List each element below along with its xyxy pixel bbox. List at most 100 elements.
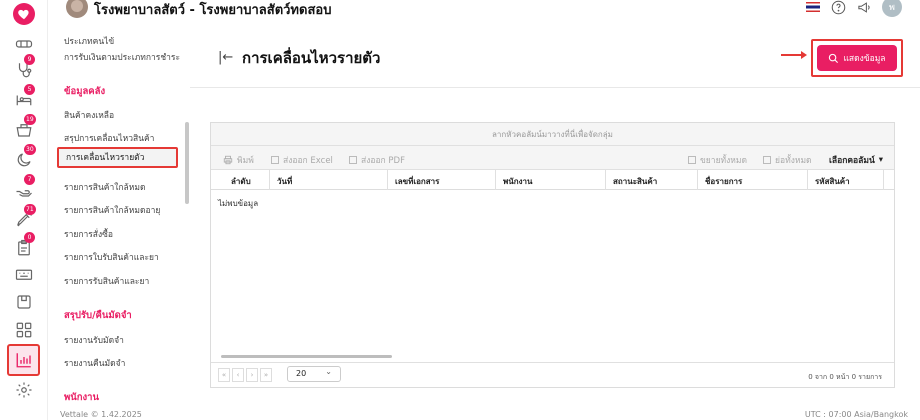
first-page-button[interactable]: « bbox=[218, 368, 230, 382]
pointer-arrow-icon bbox=[781, 51, 807, 59]
menu-item[interactable]: รายงานคืนมัดจำ bbox=[64, 356, 125, 370]
user-avatar[interactable]: พ bbox=[882, 0, 902, 17]
menu-item[interactable]: รายการสินค้าใกล้หมด bbox=[64, 180, 146, 194]
excel-icon bbox=[271, 156, 279, 164]
footer-version: Vettale © 1.42.2025 bbox=[60, 410, 142, 419]
keyboard-icon[interactable] bbox=[14, 264, 34, 284]
menu-item[interactable]: รายการสินค้าใกล้หมดอายุ bbox=[64, 203, 160, 217]
collapse-all-button[interactable]: ย่อทั้งหมด bbox=[763, 153, 812, 167]
group-panel[interactable]: ลากหัวคอลัมน์มาวางที่นี่เพื่อจัดกลุ่ม bbox=[211, 123, 894, 146]
pager: « ‹ › » 20 0 จาก 0 หน้า 0 รายการ bbox=[211, 362, 894, 388]
print-label: พิมพ์ bbox=[237, 156, 254, 166]
expand-icon bbox=[688, 156, 696, 164]
caret-down-icon: ▾ bbox=[878, 155, 884, 165]
export-pdf-button[interactable]: ส่งออก PDF bbox=[349, 153, 405, 167]
collapse-all-label: ย่อทั้งหมด bbox=[775, 156, 812, 166]
app-title: โรงพยาบาลสัตว์ - โรงพยาบาลสัตว์ทดสอบ bbox=[94, 3, 332, 18]
printer-icon bbox=[223, 155, 233, 165]
menu-section-title: สรุปรับ/คืนมัดจำ bbox=[64, 310, 132, 321]
bandage-icon[interactable] bbox=[14, 34, 34, 54]
menu-item[interactable]: รายการรับสินค้าและยา bbox=[64, 274, 149, 288]
badge-count: 71 bbox=[24, 204, 36, 215]
clinic-avatar bbox=[66, 0, 88, 18]
top-bar: โรงพยาบาลสัตว์ - โรงพยาบาลสัตว์ทดสอบ พ bbox=[48, 0, 920, 22]
grid-toolbar: พิมพ์ ส่งออก Excel ส่งออก PDF ขยายทั้งหม… bbox=[211, 146, 894, 170]
column-divider[interactable] bbox=[605, 170, 606, 190]
search-icon bbox=[829, 53, 839, 63]
column-header[interactable]: ลำดับ bbox=[231, 175, 251, 188]
column-header[interactable]: ชื่อรายการ bbox=[705, 175, 742, 188]
export-pdf-label: ส่งออก PDF bbox=[361, 156, 405, 166]
show-data-button[interactable]: แสดงข้อมูล bbox=[817, 45, 897, 71]
page-header: |← การเคลื่อนไหวรายตัว แสดงข้อมูล bbox=[190, 22, 920, 88]
print-button[interactable]: พิมพ์ bbox=[223, 153, 254, 167]
box-icon[interactable] bbox=[14, 292, 34, 312]
back-arrow-icon[interactable]: |← bbox=[218, 50, 233, 65]
grid-apps-icon[interactable] bbox=[14, 320, 34, 340]
choose-columns-label: เลือกคอลัมน์ bbox=[829, 156, 875, 166]
badge-count: 5 bbox=[24, 84, 35, 95]
pager-info: 0 จาก 0 หน้า 0 รายการ bbox=[808, 373, 882, 381]
column-header[interactable]: รหัสสินค้า bbox=[815, 175, 850, 188]
column-divider[interactable] bbox=[387, 170, 388, 190]
menu-item[interactable]: สินค้าคงเหลือ bbox=[64, 108, 114, 122]
settings-gear-icon[interactable] bbox=[14, 380, 34, 400]
choose-columns-button[interactable]: เลือกคอลัมน์ ▾ bbox=[829, 153, 883, 167]
data-grid: ลากหัวคอลัมน์มาวางที่นี่เพื่อจัดกลุ่ม พิ… bbox=[210, 122, 895, 388]
column-header[interactable]: พนักงาน bbox=[503, 175, 532, 188]
menu-item-selected[interactable]: การเคลื่อนไหวรายตัว bbox=[57, 147, 178, 168]
menu-item[interactable]: รายการสั่งซื้อ bbox=[64, 227, 113, 241]
expand-all-label: ขยายทั้งหมด bbox=[700, 156, 748, 166]
badge-count: 0 bbox=[24, 232, 35, 243]
menu-item[interactable]: สรุปการเคลื่อนไหวสินค้า bbox=[64, 131, 154, 145]
report-menu: ประเภทคนไข้ การรับเงินตามประเภทการชำระ ข… bbox=[48, 22, 190, 420]
badge-count: 30 bbox=[24, 144, 36, 155]
menu-scrollbar[interactable] bbox=[185, 122, 189, 204]
help-icon[interactable] bbox=[830, 0, 846, 15]
menu-section-title: ข้อมูลคลัง bbox=[64, 86, 106, 97]
menu-item[interactable]: ประเภทคนไข้ bbox=[64, 34, 114, 48]
collapse-icon bbox=[763, 156, 771, 164]
show-data-highlight: แสดงข้อมูล bbox=[811, 39, 903, 77]
thai-flag-icon[interactable] bbox=[806, 2, 820, 12]
expand-all-button[interactable]: ขยายทั้งหมด bbox=[688, 153, 747, 167]
prev-page-button[interactable]: ‹ bbox=[232, 368, 244, 382]
menu-item[interactable]: การรับเงินตามประเภทการชำระ bbox=[64, 50, 180, 64]
moon-icon[interactable]: 30 bbox=[14, 144, 36, 170]
report-chart-icon[interactable] bbox=[7, 344, 40, 376]
column-header[interactable]: วันที่ bbox=[277, 175, 292, 188]
hospital-bed-icon[interactable]: 5 bbox=[14, 84, 35, 110]
page-title: การเคลื่อนไหวรายตัว bbox=[242, 49, 381, 67]
heart-logo-icon[interactable] bbox=[13, 3, 35, 25]
stethoscope-icon[interactable]: 9 bbox=[14, 54, 35, 80]
menu-item[interactable]: รายงานรับมัดจำ bbox=[64, 333, 124, 347]
table-header: ลำดับ วันที่ เลขที่เอกสาร พนักงาน สถานะส… bbox=[211, 170, 894, 190]
column-divider[interactable] bbox=[495, 170, 496, 190]
show-data-label: แสดงข้อมูล bbox=[843, 54, 886, 64]
page-size-select[interactable]: 20 bbox=[287, 365, 341, 382]
clipboard-icon[interactable]: 0 bbox=[14, 232, 35, 258]
export-excel-label: ส่งออก Excel bbox=[283, 156, 333, 166]
export-excel-button[interactable]: ส่งออก Excel bbox=[271, 153, 333, 167]
column-divider[interactable] bbox=[269, 170, 270, 190]
megaphone-icon[interactable] bbox=[856, 0, 872, 15]
badge-count: 9 bbox=[24, 54, 35, 65]
column-divider[interactable] bbox=[883, 170, 884, 190]
top-right-actions: พ bbox=[806, 0, 920, 17]
shop-basket-icon[interactable]: 19 bbox=[14, 114, 36, 140]
menu-item[interactable]: รายการใบรับสินค้าและยา bbox=[64, 250, 159, 264]
menu-section-title: พนักงาน bbox=[64, 392, 99, 403]
column-divider[interactable] bbox=[807, 170, 808, 190]
pdf-icon bbox=[349, 156, 357, 164]
footer-timezone: UTC : 07:00 Asia/Bangkok bbox=[804, 410, 908, 419]
main-content: |← การเคลื่อนไหวรายตัว แสดงข้อมูล ลากหัว… bbox=[190, 22, 920, 420]
horizontal-scrollbar[interactable] bbox=[221, 355, 392, 358]
column-header[interactable]: สถานะสินค้า bbox=[613, 175, 657, 188]
column-divider[interactable] bbox=[697, 170, 698, 190]
hand-care-icon[interactable]: 7 bbox=[14, 174, 35, 200]
syringe-icon[interactable]: 71 bbox=[14, 204, 36, 230]
next-page-button[interactable]: › bbox=[246, 368, 258, 382]
column-header[interactable]: เลขที่เอกสาร bbox=[395, 175, 439, 188]
empty-message: ไม่พบข้อมูล bbox=[218, 199, 259, 208]
last-page-button[interactable]: » bbox=[260, 368, 272, 382]
